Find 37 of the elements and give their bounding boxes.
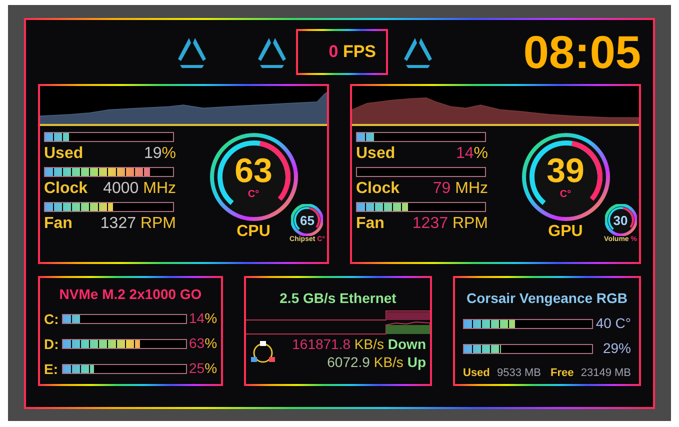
reading: 79 MHz [432,179,488,199]
panel-title: 2.5 GB/s Ethernet [280,289,396,308]
reading: 14% [188,310,218,326]
gauge-value: 39 [546,154,584,188]
reading: 63% [188,335,218,351]
memory-stat: Used 9533 MB [463,366,541,381]
gauge-value: 63 [234,154,272,188]
drive-label: D: [44,334,60,354]
gauge-value: 30 [613,214,628,226]
clock: 08:05 [523,29,641,75]
reading: 40 C° [596,314,631,333]
metric-label: Fan [356,214,384,234]
gauge-value: 65 [300,214,314,226]
metric-label: Fan [44,214,72,234]
transfer-rate: 6072.9 KB/s Up [327,353,426,371]
transfer-rate: 161871.8 KB/s Down [292,335,426,353]
reading: 4000 MHz [103,179,176,199]
gauge-unit: C° [248,190,260,200]
drive-label: E: [44,360,59,378]
panel-title: NVMe M.2 2x1000 GO [59,285,202,304]
drive-label: C: [44,310,60,328]
gauge-unit: C° [560,190,572,200]
reading: 14% [456,144,488,164]
reading: 1237 RPM [412,214,488,234]
metric-label: Clock [356,179,400,199]
memory-stat: Free 23149 MB [550,366,631,381]
metric-label: Used [356,144,396,164]
metric-label: Clock [44,179,88,199]
reading: 1327 RPM [100,214,176,234]
reading: 29% [602,339,631,358]
reading: 25% [188,360,218,376]
gauge-label: CPU [236,224,270,240]
fps-reading: 0 FPS [328,41,376,64]
panel-title: Corsair Vengeance RGB [465,289,629,308]
gauge-label: GPU [548,224,583,240]
metric-label: Used [44,144,84,164]
reading: 19% [144,144,176,164]
